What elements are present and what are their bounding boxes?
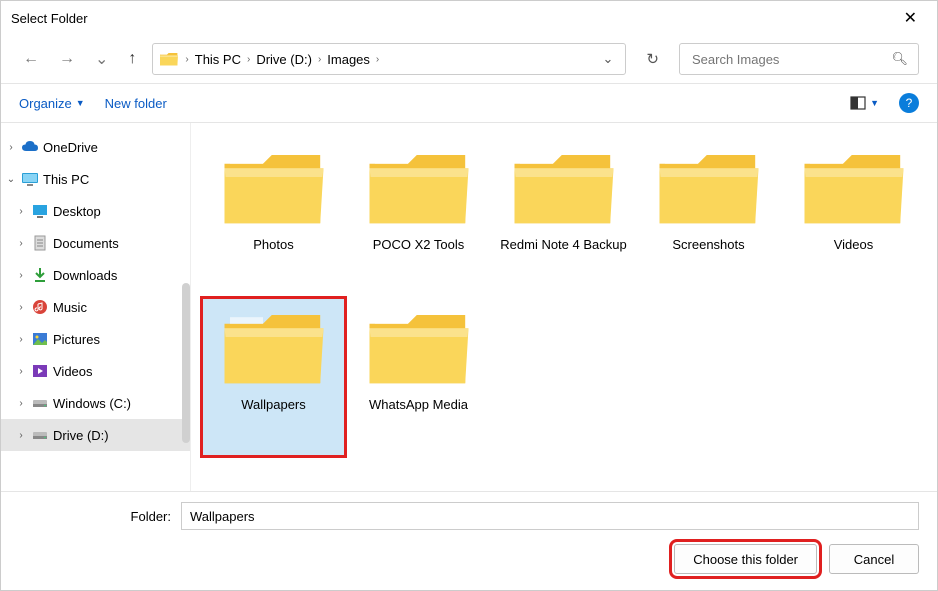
forward-icon[interactable]: →: [55, 46, 79, 72]
video-icon: [31, 363, 49, 379]
tree-pictures[interactable]: › Pictures: [1, 323, 190, 355]
tree-windows-c[interactable]: › Windows (C:): [1, 387, 190, 419]
tree-downloads[interactable]: › Downloads: [1, 259, 190, 291]
refresh-icon[interactable]: ↻: [638, 50, 667, 68]
tree-drive-d[interactable]: › Drive (D:): [1, 419, 190, 451]
bottom-panel: Folder: Choose this folder Cancel: [1, 491, 937, 590]
scrollbar-thumb[interactable]: [182, 283, 190, 443]
drive-icon: [31, 395, 49, 411]
organize-menu[interactable]: Organize ▼: [19, 96, 85, 111]
close-icon[interactable]: ✕: [894, 4, 927, 32]
folder-icon: [364, 143, 474, 233]
breadcrumb-images[interactable]: Images: [327, 52, 370, 67]
chevron-right-icon: ›: [376, 54, 379, 65]
breadcrumb[interactable]: › This PC › Drive (D:) › Images › ⌄: [152, 43, 626, 75]
download-icon: [31, 267, 49, 283]
folder-icon: [654, 143, 764, 233]
chevron-right-icon[interactable]: ›: [15, 206, 27, 217]
folder-content: Photos POCO X2 Tools Redmi Note 4 Backup…: [191, 123, 937, 491]
desktop-icon: [31, 203, 49, 219]
folder-photos[interactable]: Photos: [201, 137, 346, 297]
folder-videos[interactable]: Videos: [781, 137, 926, 297]
help-icon[interactable]: ?: [899, 93, 919, 113]
folder-field-label: Folder:: [121, 509, 171, 524]
folder-poco[interactable]: POCO X2 Tools: [346, 137, 491, 297]
folder-icon: [364, 303, 474, 393]
tree-music[interactable]: › Music: [1, 291, 190, 323]
window-title: Select Folder: [11, 11, 88, 26]
document-icon: [31, 235, 49, 251]
dialog-window: Select Folder ✕ ← → ⌄ ↑ › This PC › Driv…: [0, 0, 938, 591]
folder-icon: [159, 51, 179, 67]
picture-icon: [31, 331, 49, 347]
titlebar: Select Folder ✕: [1, 1, 937, 35]
back-icon[interactable]: ←: [19, 46, 43, 72]
tree-onedrive[interactable]: › OneDrive: [1, 131, 190, 163]
view-menu[interactable]: ▼: [850, 96, 879, 110]
chevron-right-icon[interactable]: ›: [15, 270, 27, 281]
chevron-right-icon[interactable]: ›: [15, 366, 27, 377]
chevron-down-icon: ▼: [76, 98, 85, 108]
chevron-right-icon[interactable]: ›: [15, 238, 27, 249]
folder-icon: [219, 303, 329, 393]
folder-wallpapers[interactable]: Wallpapers: [201, 297, 346, 457]
chevron-right-icon: ›: [247, 54, 250, 65]
monitor-icon: [21, 171, 39, 187]
view-icon: [850, 96, 866, 110]
folder-icon: [509, 143, 619, 233]
tree-videos[interactable]: › Videos: [1, 355, 190, 387]
up-icon[interactable]: ↑: [124, 46, 140, 72]
breadcrumb-drive[interactable]: Drive (D:): [256, 52, 312, 67]
tree-thispc[interactable]: ⌄ This PC: [1, 163, 190, 195]
chevron-right-icon[interactable]: ›: [5, 142, 17, 153]
recent-dropdown-icon[interactable]: ⌄: [91, 45, 112, 73]
breadcrumb-thispc[interactable]: This PC: [195, 52, 241, 67]
new-folder-button[interactable]: New folder: [105, 96, 167, 111]
chevron-down-icon: ▼: [870, 98, 879, 108]
choose-folder-button[interactable]: Choose this folder: [674, 544, 817, 574]
tree-desktop[interactable]: › Desktop: [1, 195, 190, 227]
tree-documents[interactable]: › Documents: [1, 227, 190, 259]
folder-redmi[interactable]: Redmi Note 4 Backup: [491, 137, 636, 297]
chevron-right-icon: ›: [318, 54, 321, 65]
chevron-right-icon: ›: [185, 54, 188, 65]
cloud-icon: [21, 139, 39, 155]
main-area: › OneDrive ⌄ This PC › Desktop ›: [1, 123, 937, 491]
chevron-down-icon[interactable]: ⌄: [5, 174, 17, 185]
chevron-right-icon[interactable]: ›: [15, 398, 27, 409]
folder-icon: [219, 143, 329, 233]
toolbar: Organize ▼ New folder ▼ ?: [1, 83, 937, 123]
folder-screenshots[interactable]: Screenshots: [636, 137, 781, 297]
button-row: Choose this folder Cancel: [19, 544, 919, 574]
folder-whatsapp[interactable]: WhatsApp Media: [346, 297, 491, 457]
navigation-tree: › OneDrive ⌄ This PC › Desktop ›: [1, 123, 191, 491]
search-box[interactable]: 🔍︎: [679, 43, 919, 75]
folder-icon: [799, 143, 909, 233]
folder-name-row: Folder:: [19, 502, 919, 530]
nav-row: ← → ⌄ ↑ › This PC › Drive (D:) › Images …: [1, 35, 937, 83]
music-icon: [31, 299, 49, 315]
cancel-button[interactable]: Cancel: [829, 544, 919, 574]
breadcrumb-dropdown-icon[interactable]: ⌄: [597, 49, 620, 69]
folder-name-input[interactable]: [181, 502, 919, 530]
search-icon[interactable]: 🔍︎: [891, 51, 908, 67]
chevron-right-icon[interactable]: ›: [15, 302, 27, 313]
drive-icon: [31, 427, 49, 443]
chevron-right-icon[interactable]: ›: [15, 334, 27, 345]
search-input[interactable]: [690, 51, 891, 68]
chevron-right-icon[interactable]: ›: [15, 430, 27, 441]
